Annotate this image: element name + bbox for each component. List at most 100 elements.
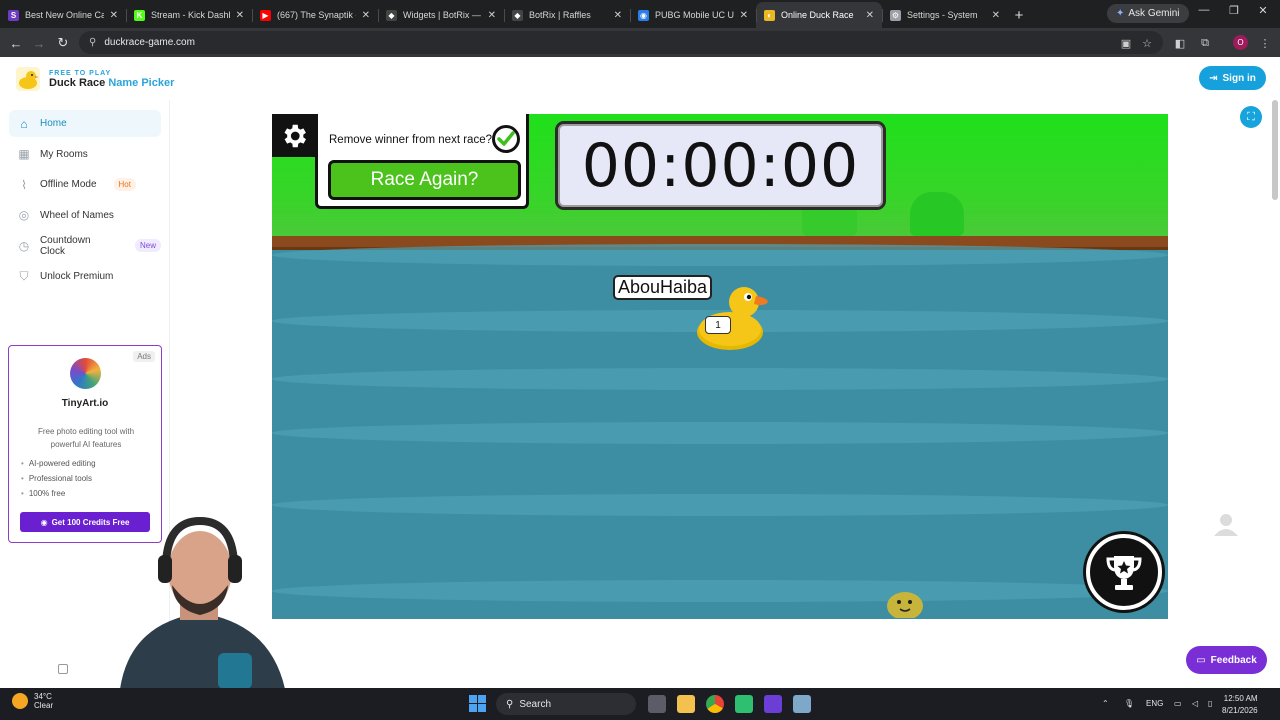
logo-title: Duck Race Name Picker [49,77,174,89]
tab-favicon-icon: S [8,9,19,21]
tab-close-icon[interactable]: ✕ [614,10,622,21]
forward-icon[interactable]: → [30,34,48,52]
address-bar[interactable]: ⚲ duckrace-game.com [79,31,1163,54]
sun-icon [12,693,28,709]
sign-in-label: Sign in [1222,72,1256,84]
checkmark-icon [497,131,515,146]
tab-close-icon[interactable]: ✕ [740,10,748,21]
home-icon: ⌂ [20,116,28,131]
logo-name: Duck Race [49,76,106,89]
browser-tab[interactable]: ◆ BotRix | Raffles ✕ [504,2,630,28]
taskbar-search-placeholder: Search [519,698,552,710]
taskbar-search[interactable]: ⚲ Search [496,693,636,715]
tab-favicon-icon: ◆ [512,9,523,21]
site-logo[interactable]: FREE TO PLAY Duck Race Name Picker [16,67,174,91]
browser-tab[interactable]: S Best New Online Casin ✕ [0,2,126,28]
browser-tab[interactable]: ◉ PUBG Mobile UC Unit ✕ [630,2,756,28]
race-again-button[interactable]: Race Again? [328,160,521,200]
browser-tab[interactable]: ◐ Online Duck Race ✕ [756,2,882,28]
ad-feature: Professional tools [21,474,96,489]
minimize-icon[interactable]: — [1192,4,1216,16]
windows-start-icon[interactable] [469,695,486,712]
microphone-icon[interactable]: 🎙 [1124,699,1134,708]
sign-in-button[interactable]: ⇥ Sign in [1199,66,1266,90]
network-icon[interactable]: ▭ [1174,699,1182,708]
tab-favicon-icon: ⚙ [890,9,901,21]
app-icon[interactable] [735,695,753,713]
sidebar-badge: Hot [113,178,136,192]
task-view-icon[interactable] [648,695,666,713]
close-window-icon[interactable]: ✕ [1251,4,1275,17]
browser-tab[interactable]: ▶ (667) The Synaptik - Y ✕ [252,2,378,28]
duck-name-label: AbouHaiba [613,275,713,300]
collapse-sidebar-icon[interactable] [58,664,68,674]
tab-title: Online Duck Race [781,10,854,20]
tab-favicon-icon: ◐ [764,9,775,21]
tab-close-icon[interactable]: ✕ [236,10,244,21]
page-scrollbar[interactable] [1272,100,1278,200]
fullscreen-button[interactable]: ⛶ [1240,106,1262,128]
app-icon[interactable] [764,695,782,713]
credits-icon: ◉ [40,517,48,527]
ad-description: Free photo editing tool with powerful AI… [37,427,135,449]
tab-close-icon[interactable]: ✕ [866,10,874,21]
sidebar-item[interactable]: ▦ My Rooms [9,141,161,168]
tab-title: Best New Online Casin [25,10,104,20]
browser-tab[interactable]: K Stream - Kick Dashbo ✕ [126,2,252,28]
trophy-icon [1106,556,1142,590]
tab-title: (667) The Synaptik - Y [277,10,356,20]
volume-icon[interactable]: ◁ [1192,699,1198,708]
tray-overflow-icon[interactable]: ⌃ [1102,699,1109,708]
feedback-button[interactable]: ▭ Feedback [1186,646,1267,674]
leaderboard-button[interactable] [1086,534,1162,610]
sidebar-item[interactable]: ◷ Countdown Clock New [9,232,161,259]
sidebar-item[interactable]: ⌂ Home [9,110,161,137]
remove-winner-checkbox[interactable] [492,125,520,153]
race-control-panel: Remove winner from next race? Race Again… [315,114,529,209]
battery-icon[interactable]: ▯ [1208,699,1212,708]
restore-icon[interactable]: ❐ [1222,4,1246,17]
sidebar-item[interactable]: ⌇ Offline Mode Hot [9,171,161,198]
system-clock[interactable]: 12:50 AM 8/21/2026 [1222,693,1258,717]
ask-gemini-label: Ask Gemini [1128,8,1180,19]
browser-tab[interactable]: ◆ Widgets | BotRix — Cl ✕ [378,2,504,28]
clock-time: 12:50 AM [1223,694,1258,703]
tab-close-icon[interactable]: ✕ [992,10,1000,21]
app-icon[interactable] [793,695,811,713]
site-info-icon[interactable]: ⚲ [89,37,96,48]
browser-menu-icon[interactable]: ⋮ [1257,35,1273,51]
tab-close-icon[interactable]: ✕ [488,10,496,21]
bookmark-star-icon[interactable]: ☆ [1139,35,1155,51]
sidebar-item[interactable]: ◎ Wheel of Names [9,202,161,229]
file-explorer-icon[interactable] [677,695,695,713]
extensions-puzzle-icon[interactable]: ⧉ [1197,35,1213,51]
duck-logo-icon [16,67,40,91]
tab-favicon-icon: ◆ [386,9,397,21]
wave [272,368,1168,390]
url-text: duckrace-game.com [104,37,195,48]
wave [272,244,1168,266]
ad-feature: 100% free [21,489,96,504]
profile-avatar[interactable]: O [1233,35,1248,50]
game-settings-button[interactable] [272,114,315,157]
language-indicator[interactable]: ENG [1146,699,1163,708]
browser-tab-bar: S Best New Online Casin ✕ K Stream - Kick Da… [0,0,1280,28]
reload-icon[interactable]: ↻ [54,34,72,52]
ad-feature: AI-powered editing [21,459,96,474]
extension-botrix-icon[interactable]: ◧ [1172,35,1188,51]
back-icon[interactable]: ← [7,34,25,52]
wave [272,422,1168,444]
ad-title: TinyArt.io [61,398,109,409]
feedback-label: Feedback [1210,654,1257,666]
new-tab-button[interactable]: + [1008,2,1030,28]
weather-widget[interactable]: 34°C Clear [12,692,53,710]
chrome-icon[interactable] [706,695,724,713]
tab-title: BotRix | Raffles [529,10,591,20]
install-app-icon[interactable]: ▣ [1118,35,1134,51]
race-game[interactable]: Remove winner from next race? Race Again… [272,114,1168,619]
tab-close-icon[interactable]: ✕ [362,10,370,21]
browser-tab[interactable]: ⚙ Settings - System ✕ [882,2,1008,28]
tab-close-icon[interactable]: ✕ [110,10,118,21]
sidebar-item[interactable]: ⛉ Unlock Premium [9,263,161,290]
ask-gemini-button[interactable]: ✦ Ask Gemini [1107,4,1189,23]
